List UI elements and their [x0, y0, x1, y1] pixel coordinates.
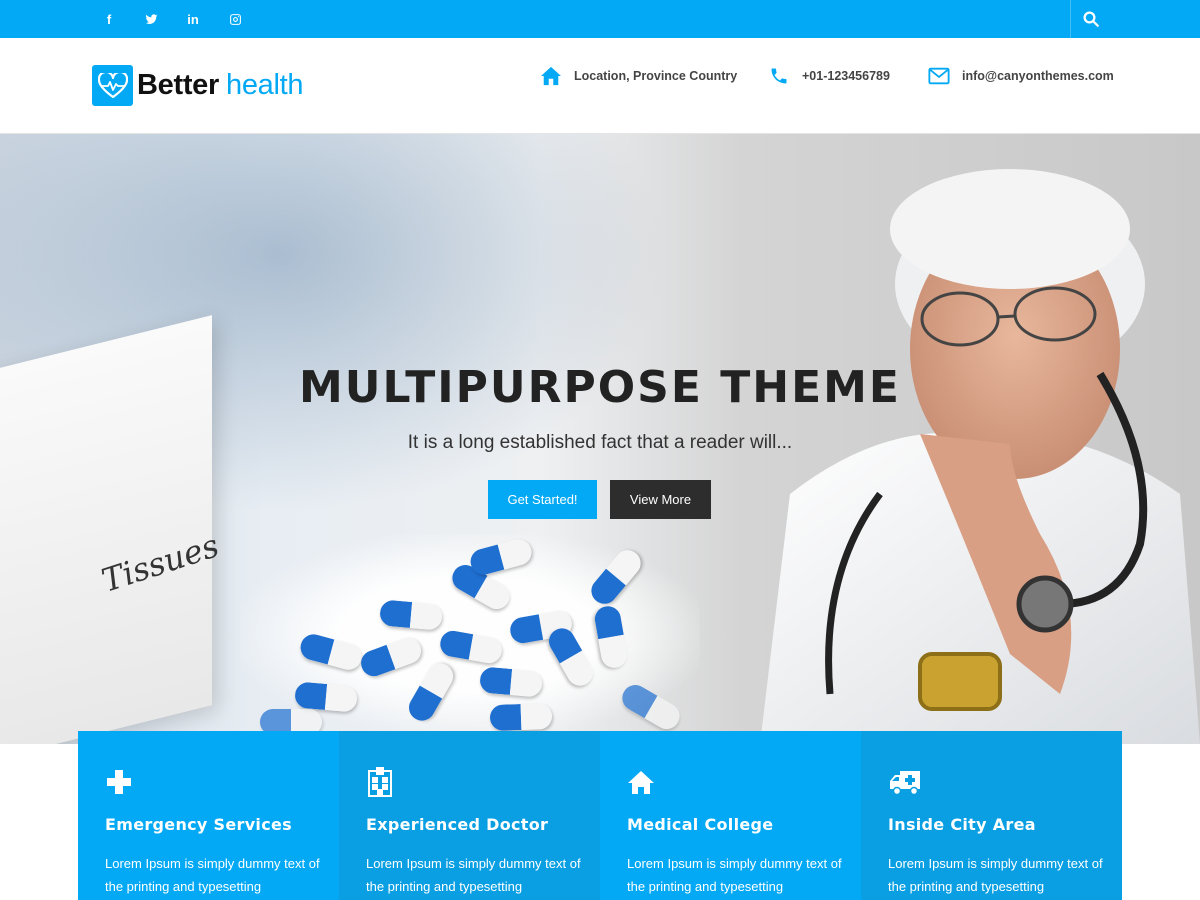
email-text[interactable]: info@canyonthemes.com: [962, 69, 1114, 83]
pills-image: [240, 534, 700, 735]
pill: [586, 545, 646, 609]
pill: [438, 629, 504, 665]
brand-word-2: health: [226, 69, 304, 101]
service-card-doctor[interactable]: Experienced Doctor Lorem Ipsum is simply…: [339, 731, 600, 900]
pill: [298, 631, 365, 672]
instagram-link[interactable]: [214, 0, 256, 38]
view-more-button[interactable]: View More: [610, 480, 711, 519]
phone-text[interactable]: +01-123456789: [802, 69, 890, 83]
facebook-icon: f: [106, 11, 112, 27]
phone-icon: [771, 68, 787, 84]
service-text: Lorem Ipsum is simply dummy text of the …: [888, 856, 1103, 894]
top-bar: f in: [0, 0, 1200, 38]
contact-phone: +01-123456789: [768, 66, 890, 86]
pill: [357, 634, 424, 680]
location-text: Location, Province Country: [574, 69, 738, 83]
facebook-link[interactable]: f: [88, 0, 130, 38]
pill: [379, 599, 443, 630]
hero-title: MULTIPURPOSE THEME: [299, 362, 901, 413]
service-title: Inside City Area: [888, 815, 1036, 834]
instagram-icon: [229, 13, 241, 25]
ambulance-icon: [888, 767, 920, 797]
contact-location: Location, Province Country: [540, 66, 737, 86]
twitter-icon: [145, 13, 157, 24]
service-title: Experienced Doctor: [366, 815, 549, 834]
service-title: Medical College: [627, 815, 774, 834]
search-icon: [1083, 11, 1099, 27]
service-card-emergency[interactable]: Emergency Services Lorem Ipsum is simply…: [78, 731, 339, 900]
pill: [479, 666, 543, 697]
linkedin-link[interactable]: in: [172, 0, 214, 38]
home-icon: [627, 767, 655, 797]
home-icon: [541, 66, 561, 86]
pill: [593, 604, 629, 670]
service-card-city[interactable]: Inside City Area Lorem Ipsum is simply d…: [861, 731, 1122, 900]
plus-icon: [105, 767, 133, 797]
services-section: Emergency Services Lorem Ipsum is simply…: [78, 731, 1122, 900]
contact-email: info@canyonthemes.com: [928, 66, 1114, 86]
pill: [544, 624, 598, 691]
linkedin-icon: in: [187, 11, 199, 27]
brand-word-1: Better: [137, 69, 219, 101]
service-text: Lorem Ipsum is simply dummy text of the …: [366, 856, 581, 894]
envelope-icon: [928, 67, 950, 85]
service-text: Lorem Ipsum is simply dummy text of the …: [627, 856, 842, 894]
pill: [468, 536, 535, 577]
twitter-link[interactable]: [130, 0, 172, 38]
hero-subtitle: It is a long established fact that a rea…: [407, 432, 793, 453]
service-card-college[interactable]: Medical College Lorem Ipsum is simply du…: [600, 731, 861, 900]
pill: [294, 681, 358, 712]
social-links: f in: [88, 0, 256, 38]
pill: [618, 680, 685, 734]
brand-name: Better health: [137, 65, 304, 106]
search-button[interactable]: [1070, 0, 1110, 38]
service-text: Lorem Ipsum is simply dummy text of the …: [105, 856, 320, 894]
get-started-button[interactable]: Get Started!: [488, 480, 597, 519]
site-header: Better health Location, Province Country …: [0, 38, 1200, 134]
pill: [404, 659, 458, 726]
hospital-icon: [366, 767, 394, 797]
service-title: Emergency Services: [105, 815, 292, 834]
site-logo[interactable]: Better health: [92, 65, 304, 106]
pill: [490, 703, 553, 731]
heart-pulse-icon: [92, 65, 133, 106]
hero-banner: Tissues MULTIPURPOSE THEME It is a long …: [0, 134, 1200, 744]
